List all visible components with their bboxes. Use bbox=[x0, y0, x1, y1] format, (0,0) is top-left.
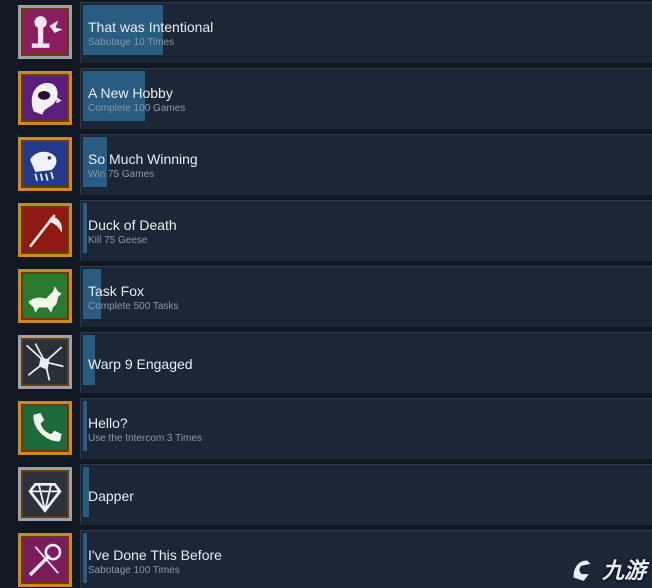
achievement-description: Sabotage 100 Times bbox=[88, 565, 180, 576]
achievement-row[interactable]: So Much Winning Win 75 Games bbox=[0, 132, 652, 198]
achievement-title: I've Done This Before bbox=[88, 547, 222, 563]
scythe-icon bbox=[23, 208, 67, 252]
achievement-row[interactable]: I've Done This Before Sabotage 100 Times bbox=[0, 528, 652, 588]
achievement-title: Hello? bbox=[88, 415, 128, 431]
achievement-icon-frame bbox=[18, 467, 72, 521]
achievement-title: So Much Winning bbox=[88, 151, 198, 167]
achievement-description: Sabotage 10 Times bbox=[88, 37, 175, 48]
achievement-title: Duck of Death bbox=[88, 217, 177, 233]
achievement-description: Complete 500 Tasks bbox=[88, 301, 179, 312]
achievement-description: Kill 75 Geese bbox=[88, 235, 148, 246]
nine-game-logo-icon bbox=[573, 560, 591, 581]
achievement-title: A New Hobby bbox=[88, 85, 173, 101]
achievement-icon-frame bbox=[18, 5, 72, 59]
achievement-panel: Warp 9 Engaged bbox=[80, 332, 652, 393]
achievement-panel: A New Hobby Complete 100 Games bbox=[80, 68, 652, 129]
achievement-row[interactable]: Duck of Death Kill 75 Geese bbox=[0, 198, 652, 264]
achievement-panel: So Much Winning Win 75 Games bbox=[80, 134, 652, 195]
crewmate-face-icon bbox=[23, 76, 67, 120]
watermark-text: 九游 bbox=[601, 558, 646, 583]
achievement-title: Warp 9 Engaged bbox=[88, 356, 193, 372]
achievement-list: That was Intentional Sabotage 10 Times A… bbox=[0, 0, 652, 588]
achievement-icon-frame bbox=[18, 71, 72, 125]
achievement-icon-frame bbox=[18, 335, 72, 389]
phone-icon bbox=[23, 406, 67, 450]
diamond-icon bbox=[23, 472, 67, 516]
bird-icon bbox=[23, 142, 67, 186]
achievement-icon-frame bbox=[18, 533, 72, 587]
achievement-description: Complete 100 Games bbox=[88, 103, 186, 114]
achievement-row[interactable]: Dapper bbox=[0, 462, 652, 528]
achievement-row[interactable]: That was Intentional Sabotage 10 Times bbox=[0, 0, 652, 66]
achievement-panel: Hello? Use the Intercom 3 Times bbox=[80, 398, 652, 459]
achievement-row[interactable]: Hello? Use the Intercom 3 Times bbox=[0, 396, 652, 462]
achievement-panel: Task Fox Complete 500 Tasks bbox=[80, 266, 652, 327]
achievement-panel: Duck of Death Kill 75 Geese bbox=[80, 200, 652, 261]
achievement-icon-frame bbox=[18, 401, 72, 455]
achievement-title: That was Intentional bbox=[88, 19, 214, 35]
fox-icon bbox=[23, 274, 67, 318]
warp-icon bbox=[23, 340, 67, 384]
achievement-description: Win 75 Games bbox=[88, 169, 155, 180]
achievement-panel: That was Intentional Sabotage 10 Times bbox=[80, 2, 652, 63]
achievement-title: Task Fox bbox=[88, 283, 145, 299]
achievement-row[interactable]: Warp 9 Engaged bbox=[0, 330, 652, 396]
achievement-icon-frame bbox=[18, 137, 72, 191]
achievement-icon-frame bbox=[18, 269, 72, 323]
achievement-title: Dapper bbox=[88, 488, 134, 504]
achievement-panel: Dapper bbox=[80, 464, 652, 525]
achievement-progress-bar bbox=[83, 401, 87, 451]
achievement-description: Use the Intercom 3 Times bbox=[88, 433, 202, 444]
achievement-progress-bar bbox=[83, 533, 87, 583]
achievement-row[interactable]: A New Hobby Complete 100 Games bbox=[0, 66, 652, 132]
achievement-icon-frame bbox=[18, 203, 72, 257]
bomb-explosion-icon bbox=[23, 10, 67, 54]
achievement-progress-bar bbox=[83, 203, 87, 253]
wrench-icon bbox=[23, 538, 67, 582]
watermark: 九游 bbox=[565, 552, 646, 586]
achievement-row[interactable]: Task Fox Complete 500 Tasks bbox=[0, 264, 652, 330]
